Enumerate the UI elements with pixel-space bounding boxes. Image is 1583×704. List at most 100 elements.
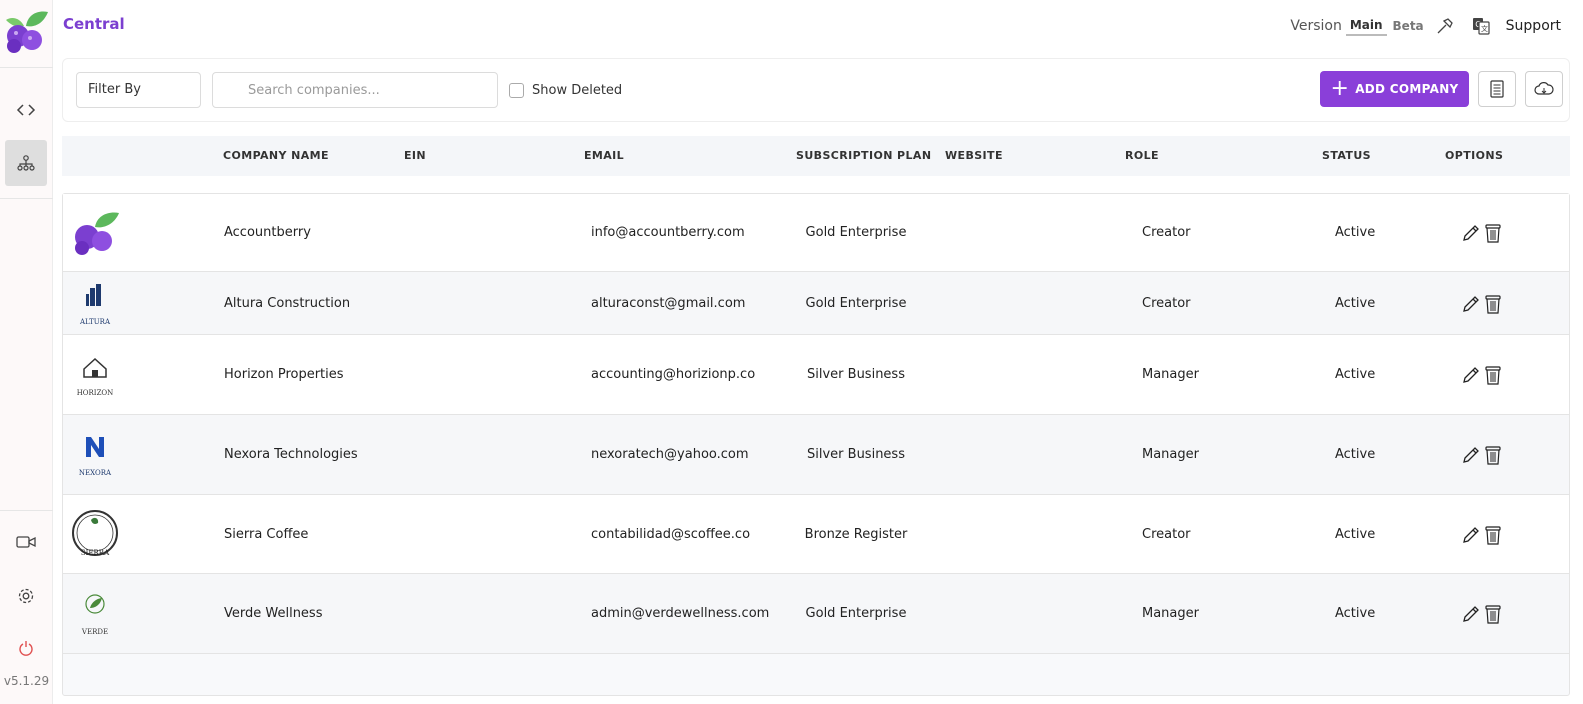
table-row[interactable]: ALTURA Altura Construction alturaconst@g…	[63, 272, 1569, 335]
email-cell: contabilidad@scoffee.co	[591, 526, 751, 542]
company-name-cell[interactable]: Horizon Properties	[224, 367, 344, 382]
version-main-tab[interactable]: Main	[1345, 16, 1387, 36]
companies-table: Accountberry info@accountberry.com Gold …	[62, 193, 1570, 696]
trash-icon[interactable]	[1483, 444, 1503, 470]
column-header-email[interactable]: EMAIL	[584, 149, 624, 162]
berry-logo-icon	[69, 205, 121, 261]
row-options	[1461, 524, 1503, 550]
column-header-status[interactable]: STATUS	[1322, 149, 1371, 162]
sidebar-item-settings[interactable]	[5, 573, 47, 619]
company-logo-text: HORIZON	[76, 389, 114, 397]
table-row[interactable]: HORIZON Horizon Properties accounting@ho…	[63, 335, 1569, 415]
show-deleted-label: Show Deleted	[532, 83, 623, 98]
show-deleted-toggle[interactable]: Show Deleted	[509, 83, 622, 98]
pencil-icon[interactable]	[1461, 525, 1481, 549]
company-logo-text: SIERRA	[80, 548, 110, 557]
code-icon	[16, 104, 36, 116]
status-cell: Active	[1335, 295, 1376, 311]
company-logo-text: VERDE	[81, 628, 109, 636]
add-company-label: ADD COMPANY	[1355, 82, 1459, 96]
translate-icon[interactable]: G文	[1470, 15, 1492, 37]
column-header-ein[interactable]: EIN	[404, 149, 426, 162]
status-cell: Active	[1335, 225, 1376, 240]
status-cell: Active	[1335, 447, 1376, 462]
company-logo-text: ALTURA	[79, 317, 111, 326]
sidebar-item-companies[interactable]	[5, 140, 47, 186]
trash-icon[interactable]	[1483, 222, 1503, 248]
email-cell: alturaconst@gmail.com	[591, 295, 746, 311]
row-options	[1461, 603, 1503, 629]
column-header-company-name[interactable]: COMPANY NAME	[223, 149, 329, 162]
app-version: v5.1.29	[3, 674, 50, 688]
version-beta-tab[interactable]: Beta	[1393, 19, 1424, 33]
report-button[interactable]	[1478, 71, 1516, 107]
status-cell: Active	[1335, 606, 1376, 621]
email-cell: info@accountberry.com	[591, 225, 745, 240]
role-cell: Manager	[1142, 367, 1199, 382]
table-row[interactable]: VERDE Verde Wellness admin@verdewellness…	[63, 574, 1569, 654]
trash-icon[interactable]	[1483, 364, 1503, 390]
company-name-cell[interactable]: Altura Construction	[224, 296, 350, 311]
sidebar: v5.1.29	[0, 0, 53, 704]
table-row[interactable]: NEXORA Nexora Technologies nexoratech@ya…	[63, 415, 1569, 495]
search-input[interactable]	[212, 72, 498, 108]
app-logo-icon[interactable]	[2, 6, 50, 54]
subscription-plan-cell: Gold Enterprise	[805, 606, 907, 621]
subscription-plan-cell: Silver Business	[807, 447, 905, 462]
sidebar-item-logout[interactable]	[5, 625, 47, 671]
video-icon	[16, 536, 36, 548]
pencil-icon[interactable]	[1461, 445, 1481, 469]
subscription-plan-cell: Gold Enterprise	[805, 295, 907, 311]
table-header: COMPANY NAME EIN EMAIL SUBSCRIPTION PLAN…	[62, 136, 1570, 176]
add-company-button[interactable]: + ADD COMPANY	[1320, 71, 1469, 107]
company-name-cell[interactable]: Verde Wellness	[224, 606, 322, 621]
trash-icon[interactable]	[1483, 603, 1503, 629]
table-row[interactable]: SIERRA Sierra Coffee contabilidad@scoffe…	[63, 495, 1569, 574]
trash-icon[interactable]	[1483, 524, 1503, 550]
company-name-cell[interactable]: Sierra Coffee	[224, 527, 308, 542]
hammer-icon[interactable]	[1434, 15, 1456, 37]
pencil-icon[interactable]	[1461, 604, 1481, 628]
row-options	[1461, 444, 1503, 470]
column-header-subscription-plan[interactable]: SUBSCRIPTION PLAN	[796, 149, 931, 162]
table-row[interactable]: Accountberry info@accountberry.com Gold …	[63, 194, 1569, 272]
status-cell: Active	[1335, 526, 1376, 542]
page-title: Central	[63, 15, 125, 33]
company-logo: VERDE	[69, 588, 121, 640]
cloud-icon	[1534, 82, 1554, 95]
sidebar-item-video[interactable]	[5, 519, 47, 565]
subscription-plan-cell: Silver Business	[807, 367, 905, 382]
pencil-icon[interactable]	[1461, 223, 1481, 247]
pencil-icon[interactable]	[1461, 365, 1481, 389]
company-logo: NEXORA	[69, 429, 121, 481]
sidebar-divider	[0, 67, 53, 68]
support-link[interactable]: Support	[1506, 18, 1561, 34]
org-chart-icon	[17, 155, 35, 171]
svg-text:文: 文	[1481, 24, 1488, 33]
sidebar-divider	[0, 198, 53, 199]
status-cell: Active	[1335, 367, 1376, 382]
row-options	[1461, 364, 1503, 390]
pencil-icon[interactable]	[1461, 294, 1481, 318]
company-logo	[69, 207, 121, 259]
cloud-sync-button[interactable]	[1525, 71, 1563, 107]
plus-icon: +	[1330, 76, 1350, 101]
company-logo: ALTURA	[69, 278, 121, 330]
role-cell: Creator	[1142, 526, 1191, 542]
column-header-website[interactable]: WEBSITE	[945, 149, 1003, 162]
company-name-cell[interactable]: Accountberry	[224, 225, 311, 240]
filter-by-select[interactable]: Filter By	[76, 72, 201, 108]
document-icon	[1490, 80, 1504, 98]
gear-icon	[18, 588, 34, 604]
subscription-plan-cell: Gold Enterprise	[805, 225, 907, 240]
column-header-options: OPTIONS	[1445, 149, 1504, 162]
trash-icon[interactable]	[1483, 293, 1503, 319]
row-options	[1461, 222, 1503, 248]
company-name-cell[interactable]: Nexora Technologies	[224, 447, 358, 462]
column-header-role[interactable]: ROLE	[1125, 149, 1159, 162]
role-cell: Creator	[1142, 295, 1191, 311]
company-logo-text: NEXORA	[78, 469, 112, 477]
power-icon	[19, 641, 33, 656]
show-deleted-checkbox[interactable]	[509, 83, 524, 98]
sidebar-item-code[interactable]	[5, 87, 47, 133]
